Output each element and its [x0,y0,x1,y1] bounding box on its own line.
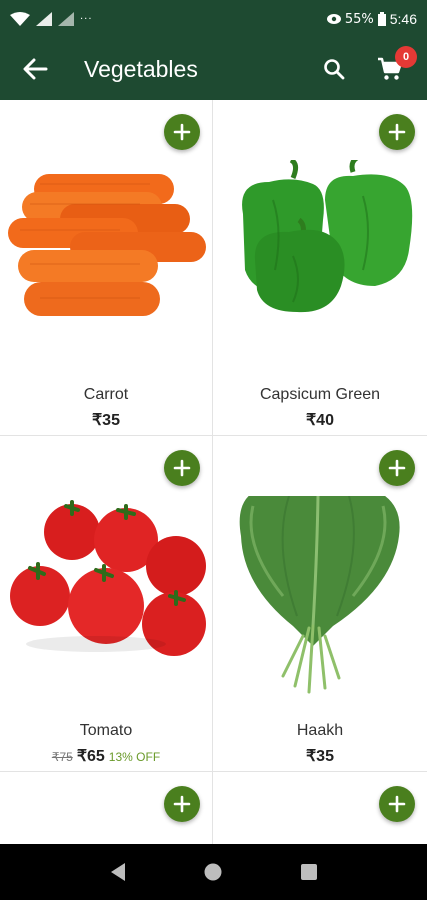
product-name: Capsicum Green [259,386,381,403]
add-to-cart-button[interactable] [379,114,415,150]
nav-home-button[interactable] [193,852,233,892]
discount-label: 13% OFF [108,750,161,764]
add-to-cart-button[interactable] [164,450,200,486]
nav-back-button[interactable] [98,852,138,892]
search-button[interactable] [309,38,359,100]
add-to-cart-button[interactable] [164,114,200,150]
nav-recents-button[interactable] [289,852,329,892]
price-row: ₹75 ₹65 13% OFF [0,746,212,766]
product-name: Haakh [296,722,344,739]
product-card-haakh[interactable]: Haakh ₹35 [213,436,427,772]
product-price: ₹65 [76,748,105,765]
add-to-cart-button[interactable] [379,450,415,486]
back-arrow-icon [23,58,48,80]
product-grid: Carrot ₹35 Capsicum Green ₹40 Tomato ₹75… [0,100,427,844]
search-icon [324,59,345,80]
original-price: ₹75 [51,750,73,764]
haakh-leaves-image [239,496,400,694]
status-left: ··· [10,12,93,26]
product-card-partial[interactable] [0,772,213,844]
add-to-cart-button[interactable] [164,786,200,822]
product-card-partial[interactable] [213,772,427,844]
plus-icon [388,123,406,141]
wifi-icon [10,12,30,26]
product-card-tomato[interactable]: Tomato ₹75 ₹65 13% OFF [0,436,213,772]
status-bar: ··· 55% 5:46 [0,0,427,38]
product-card-carrot[interactable]: Carrot ₹35 [0,100,213,436]
tomato-image [10,500,206,656]
cart-button[interactable]: 0 [359,38,421,100]
product-price: ₹35 [306,748,334,765]
page-title: Vegetables [84,55,198,82]
more-notifications-icon: ··· [80,13,93,25]
status-right: 55% 5:46 [326,11,417,27]
plus-icon [173,795,191,813]
app-bar: Vegetables 0 [0,38,427,100]
eye-icon [326,14,341,24]
signal-icon [36,12,52,26]
nav-home-icon [204,863,222,881]
system-nav-bar [0,844,427,900]
capsicum-image [242,160,413,313]
plus-icon [388,459,406,477]
clock: 5:46 [389,11,417,27]
product-card-capsicum-green[interactable]: Capsicum Green ₹40 [213,100,427,436]
battery-icon [377,12,386,26]
carrot-image [8,174,206,316]
price-row: ₹40 [213,410,427,430]
add-to-cart-button[interactable] [379,786,415,822]
price-row: ₹35 [213,746,427,766]
product-name: Carrot [83,386,129,403]
product-price: ₹40 [306,412,334,429]
cart-count-badge: 0 [395,46,417,68]
battery-percent: 55% [344,11,374,27]
back-button[interactable] [0,38,70,100]
plus-icon [173,459,191,477]
plus-icon [388,795,406,813]
product-price: ₹35 [92,412,120,429]
plus-icon [173,123,191,141]
nav-back-icon [110,863,125,881]
price-row: ₹35 [0,410,212,430]
signal-icon-2 [58,12,74,26]
product-name: Tomato [79,722,133,739]
nav-recents-icon [301,864,318,880]
